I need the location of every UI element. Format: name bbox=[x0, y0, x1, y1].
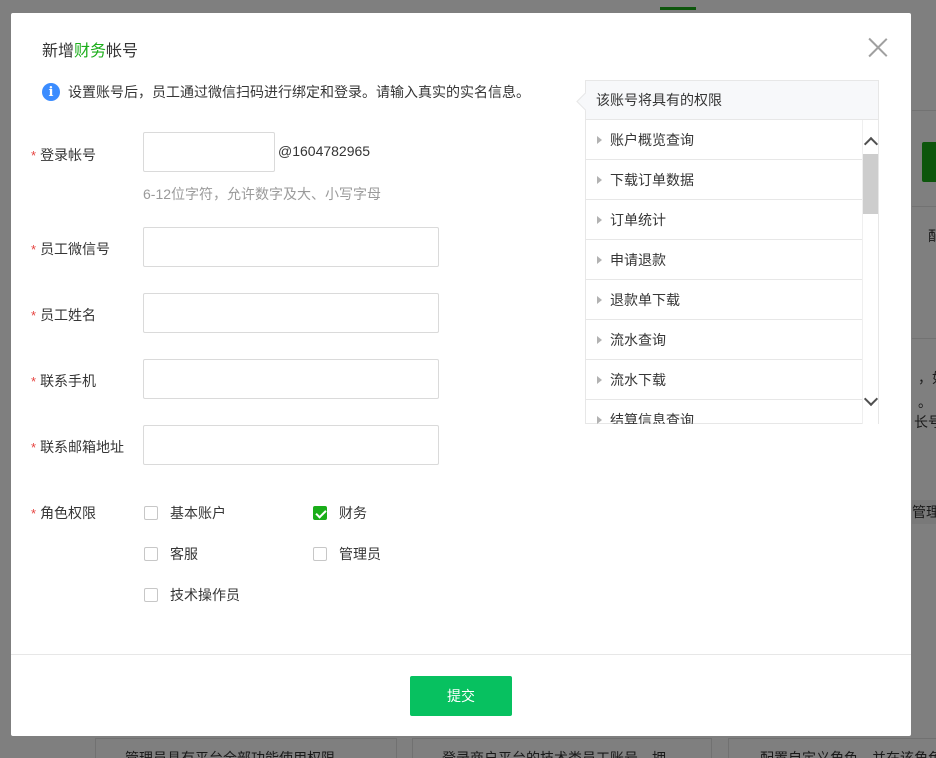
role-label: 基本账户 bbox=[170, 505, 226, 521]
role-label: 管理员 bbox=[339, 546, 381, 562]
permission-item[interactable]: 下载订单数据 bbox=[586, 160, 862, 200]
required-mark: * bbox=[31, 242, 37, 257]
role-checkbox-administrator[interactable]: 管理员 bbox=[313, 544, 381, 564]
permissions-panel: 该账号将具有的权限 账户概览查询 下载订单数据 订单统计 申请退款 退款单下载 … bbox=[576, 80, 879, 424]
permission-item[interactable]: 申请退款 bbox=[586, 240, 862, 280]
checkbox-box[interactable] bbox=[144, 588, 158, 602]
permission-item[interactable]: 流水查询 bbox=[586, 320, 862, 360]
checkmark-icon[interactable] bbox=[313, 506, 327, 520]
caret-right-icon bbox=[597, 335, 602, 344]
required-mark: * bbox=[31, 148, 37, 163]
account-domain-suffix: @1604782965 bbox=[278, 143, 371, 159]
dialog-title: 新增财务帐号 bbox=[42, 37, 138, 61]
caret-right-icon bbox=[597, 215, 602, 224]
login-account-input[interactable] bbox=[143, 132, 275, 172]
close-icon[interactable] bbox=[867, 37, 889, 59]
role-label: 技术操作员 bbox=[170, 587, 240, 603]
roles-label: * 角色权限 bbox=[31, 505, 97, 521]
checkbox-box[interactable] bbox=[313, 547, 327, 561]
login-account-label: * 登录帐号 bbox=[31, 147, 97, 163]
permission-item[interactable]: 流水下载 bbox=[586, 360, 862, 400]
permission-item[interactable]: 退款单下载 bbox=[586, 280, 862, 320]
role-label: 客服 bbox=[170, 546, 198, 562]
caret-right-icon bbox=[597, 295, 602, 304]
permissions-list[interactable]: 账户概览查询 下载订单数据 订单统计 申请退款 退款单下载 流水查询 流水下载 … bbox=[586, 120, 862, 424]
permission-item[interactable]: 结算信息查询 bbox=[586, 400, 862, 424]
email-label: * 联系邮箱地址 bbox=[31, 439, 125, 455]
scrollbar-thumb[interactable] bbox=[863, 154, 878, 214]
caret-right-icon bbox=[597, 415, 602, 424]
phone-label: * 联系手机 bbox=[31, 373, 97, 389]
wechat-id-input[interactable] bbox=[143, 227, 439, 267]
checkbox-box[interactable] bbox=[144, 506, 158, 520]
info-icon: i bbox=[42, 83, 60, 101]
required-mark: * bbox=[31, 308, 37, 323]
role-checkbox-finance[interactable]: 财务 bbox=[313, 503, 367, 523]
notice-text: 设置账号后，员工通过微信扫码进行绑定和登录。请输入真实的实名信息。 bbox=[68, 84, 530, 100]
email-input[interactable] bbox=[143, 425, 439, 465]
title-highlight: 财务 bbox=[74, 43, 107, 60]
submit-button[interactable]: 提交 bbox=[410, 676, 512, 716]
caret-right-icon bbox=[597, 175, 602, 184]
permissions-header: 该账号将具有的权限 bbox=[586, 81, 878, 120]
name-input[interactable] bbox=[143, 293, 439, 333]
notice: i 设置账号后，员工通过微信扫码进行绑定和登录。请输入真实的实名信息。 bbox=[42, 82, 530, 102]
role-checkbox-technical-operator[interactable]: 技术操作员 bbox=[144, 585, 240, 605]
permissions-scrollbar[interactable] bbox=[862, 120, 879, 424]
required-mark: * bbox=[31, 506, 37, 521]
footer-divider bbox=[11, 654, 911, 655]
title-suffix: 帐号 bbox=[106, 43, 139, 60]
caret-right-icon bbox=[597, 375, 602, 384]
checkbox-box[interactable] bbox=[144, 547, 158, 561]
wechat-id-label: * 员工微信号 bbox=[31, 241, 111, 257]
login-account-hint: 6-12位字符，允许数字及大、小写字母 bbox=[143, 186, 382, 202]
required-mark: * bbox=[31, 440, 37, 455]
permission-item[interactable]: 订单统计 bbox=[586, 200, 862, 240]
caret-right-icon bbox=[597, 255, 602, 264]
title-prefix: 新增 bbox=[42, 43, 75, 60]
role-label: 财务 bbox=[339, 505, 367, 521]
add-account-dialog: 新增财务帐号 i 设置账号后，员工通过微信扫码进行绑定和登录。请输入真实的实名信… bbox=[11, 13, 911, 736]
role-checkbox-basic-account[interactable]: 基本账户 bbox=[144, 503, 226, 523]
chevron-up-icon[interactable] bbox=[863, 136, 879, 152]
name-label: * 员工姓名 bbox=[31, 307, 97, 323]
chevron-down-icon[interactable] bbox=[863, 391, 879, 407]
required-mark: * bbox=[31, 374, 37, 389]
caret-right-icon bbox=[597, 135, 602, 144]
permission-item[interactable]: 账户概览查询 bbox=[586, 120, 862, 160]
phone-input[interactable] bbox=[143, 359, 439, 399]
role-checkbox-customer-service[interactable]: 客服 bbox=[144, 544, 198, 564]
